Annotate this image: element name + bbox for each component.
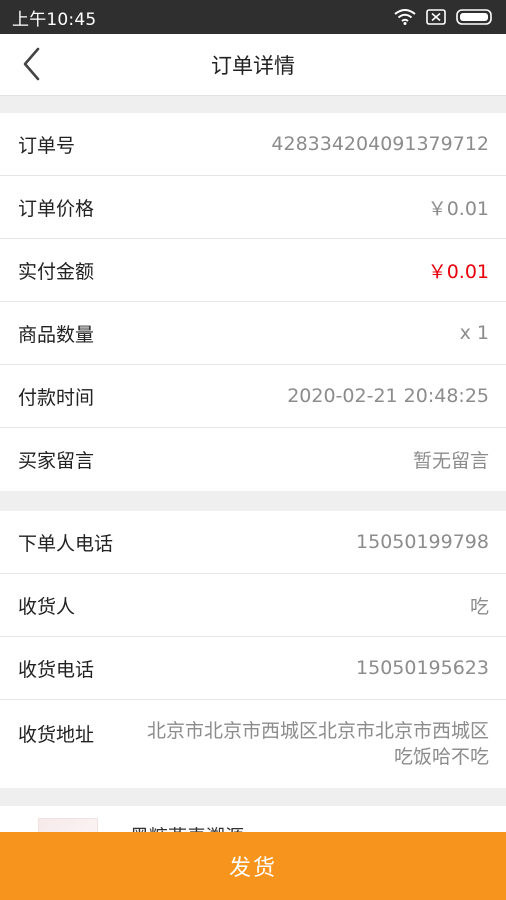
- order-number-value: 428334204091379712: [271, 133, 489, 155]
- buyer-message-value: 暂无留言: [412, 450, 489, 472]
- receiver-phone-label: 收货电话: [18, 658, 95, 681]
- status-time: 上午10:45: [12, 9, 97, 30]
- buyer-message-row: 买家留言 暂无留言: [0, 428, 506, 491]
- order-info-section: 订单号 428334204091379712 订单价格 ￥0.01 实付金额 ￥…: [0, 113, 506, 491]
- delivery-info-section: 下单人电话 15050199798 收货人 吃 收货电话 15050195623…: [0, 511, 506, 788]
- buyer-message-label: 买家留言: [18, 450, 95, 472]
- ship-button[interactable]: 发货: [0, 832, 506, 900]
- paid-amount-row: 实付金额 ￥0.01: [0, 239, 506, 302]
- paid-amount-value: ￥0.01: [427, 260, 489, 283]
- sim-icon: [426, 9, 446, 25]
- battery-icon: [456, 9, 494, 25]
- status-icons: [394, 9, 494, 25]
- address-label: 收货地址: [18, 724, 95, 746]
- receiver-phone-value: 15050195623: [356, 657, 489, 679]
- wifi-icon: [394, 9, 416, 25]
- nav-bar: 订单详情: [0, 34, 506, 96]
- order-price-value: ￥0.01: [427, 197, 489, 220]
- order-number-label: 订单号: [18, 134, 76, 157]
- receiver-label: 收货人: [18, 595, 76, 618]
- orderer-phone-value: 15050199798: [356, 531, 489, 553]
- page-title: 订单详情: [211, 54, 295, 78]
- payment-time-value: 2020-02-21 20:48:25: [287, 385, 489, 407]
- receiver-row: 收货人 吃: [0, 574, 506, 637]
- payment-time-label: 付款时间: [18, 386, 95, 409]
- receiver-value: 吃: [469, 595, 489, 618]
- order-detail-screen: 上午10:45 订单详情 订单号 428334204091379712 订单价格…: [0, 0, 506, 900]
- payment-time-row: 付款时间 2020-02-21 20:48:25: [0, 365, 506, 428]
- address-row: 收货地址 北京市北京市西城区北京市北京市西城区吃饭哈不吃: [0, 700, 506, 788]
- quantity-value: x 1: [459, 322, 489, 344]
- chevron-left-icon: [21, 47, 43, 85]
- status-bar: 上午10:45: [0, 0, 506, 34]
- receiver-phone-row: 收货电话 15050195623: [0, 637, 506, 700]
- order-price-row: 订单价格 ￥0.01: [0, 176, 506, 239]
- address-value: 北京市北京市西城区北京市北京市西城区吃饭哈不吃: [146, 720, 489, 768]
- orderer-phone-row: 下单人电话 15050199798: [0, 511, 506, 574]
- quantity-row: 商品数量 x 1: [0, 302, 506, 365]
- order-price-label: 订单价格: [18, 197, 95, 220]
- paid-amount-label: 实付金额: [18, 260, 95, 283]
- back-button[interactable]: [10, 44, 54, 88]
- order-number-row: 订单号 428334204091379712: [0, 113, 506, 176]
- quantity-label: 商品数量: [18, 323, 95, 346]
- orderer-phone-label: 下单人电话: [18, 532, 114, 555]
